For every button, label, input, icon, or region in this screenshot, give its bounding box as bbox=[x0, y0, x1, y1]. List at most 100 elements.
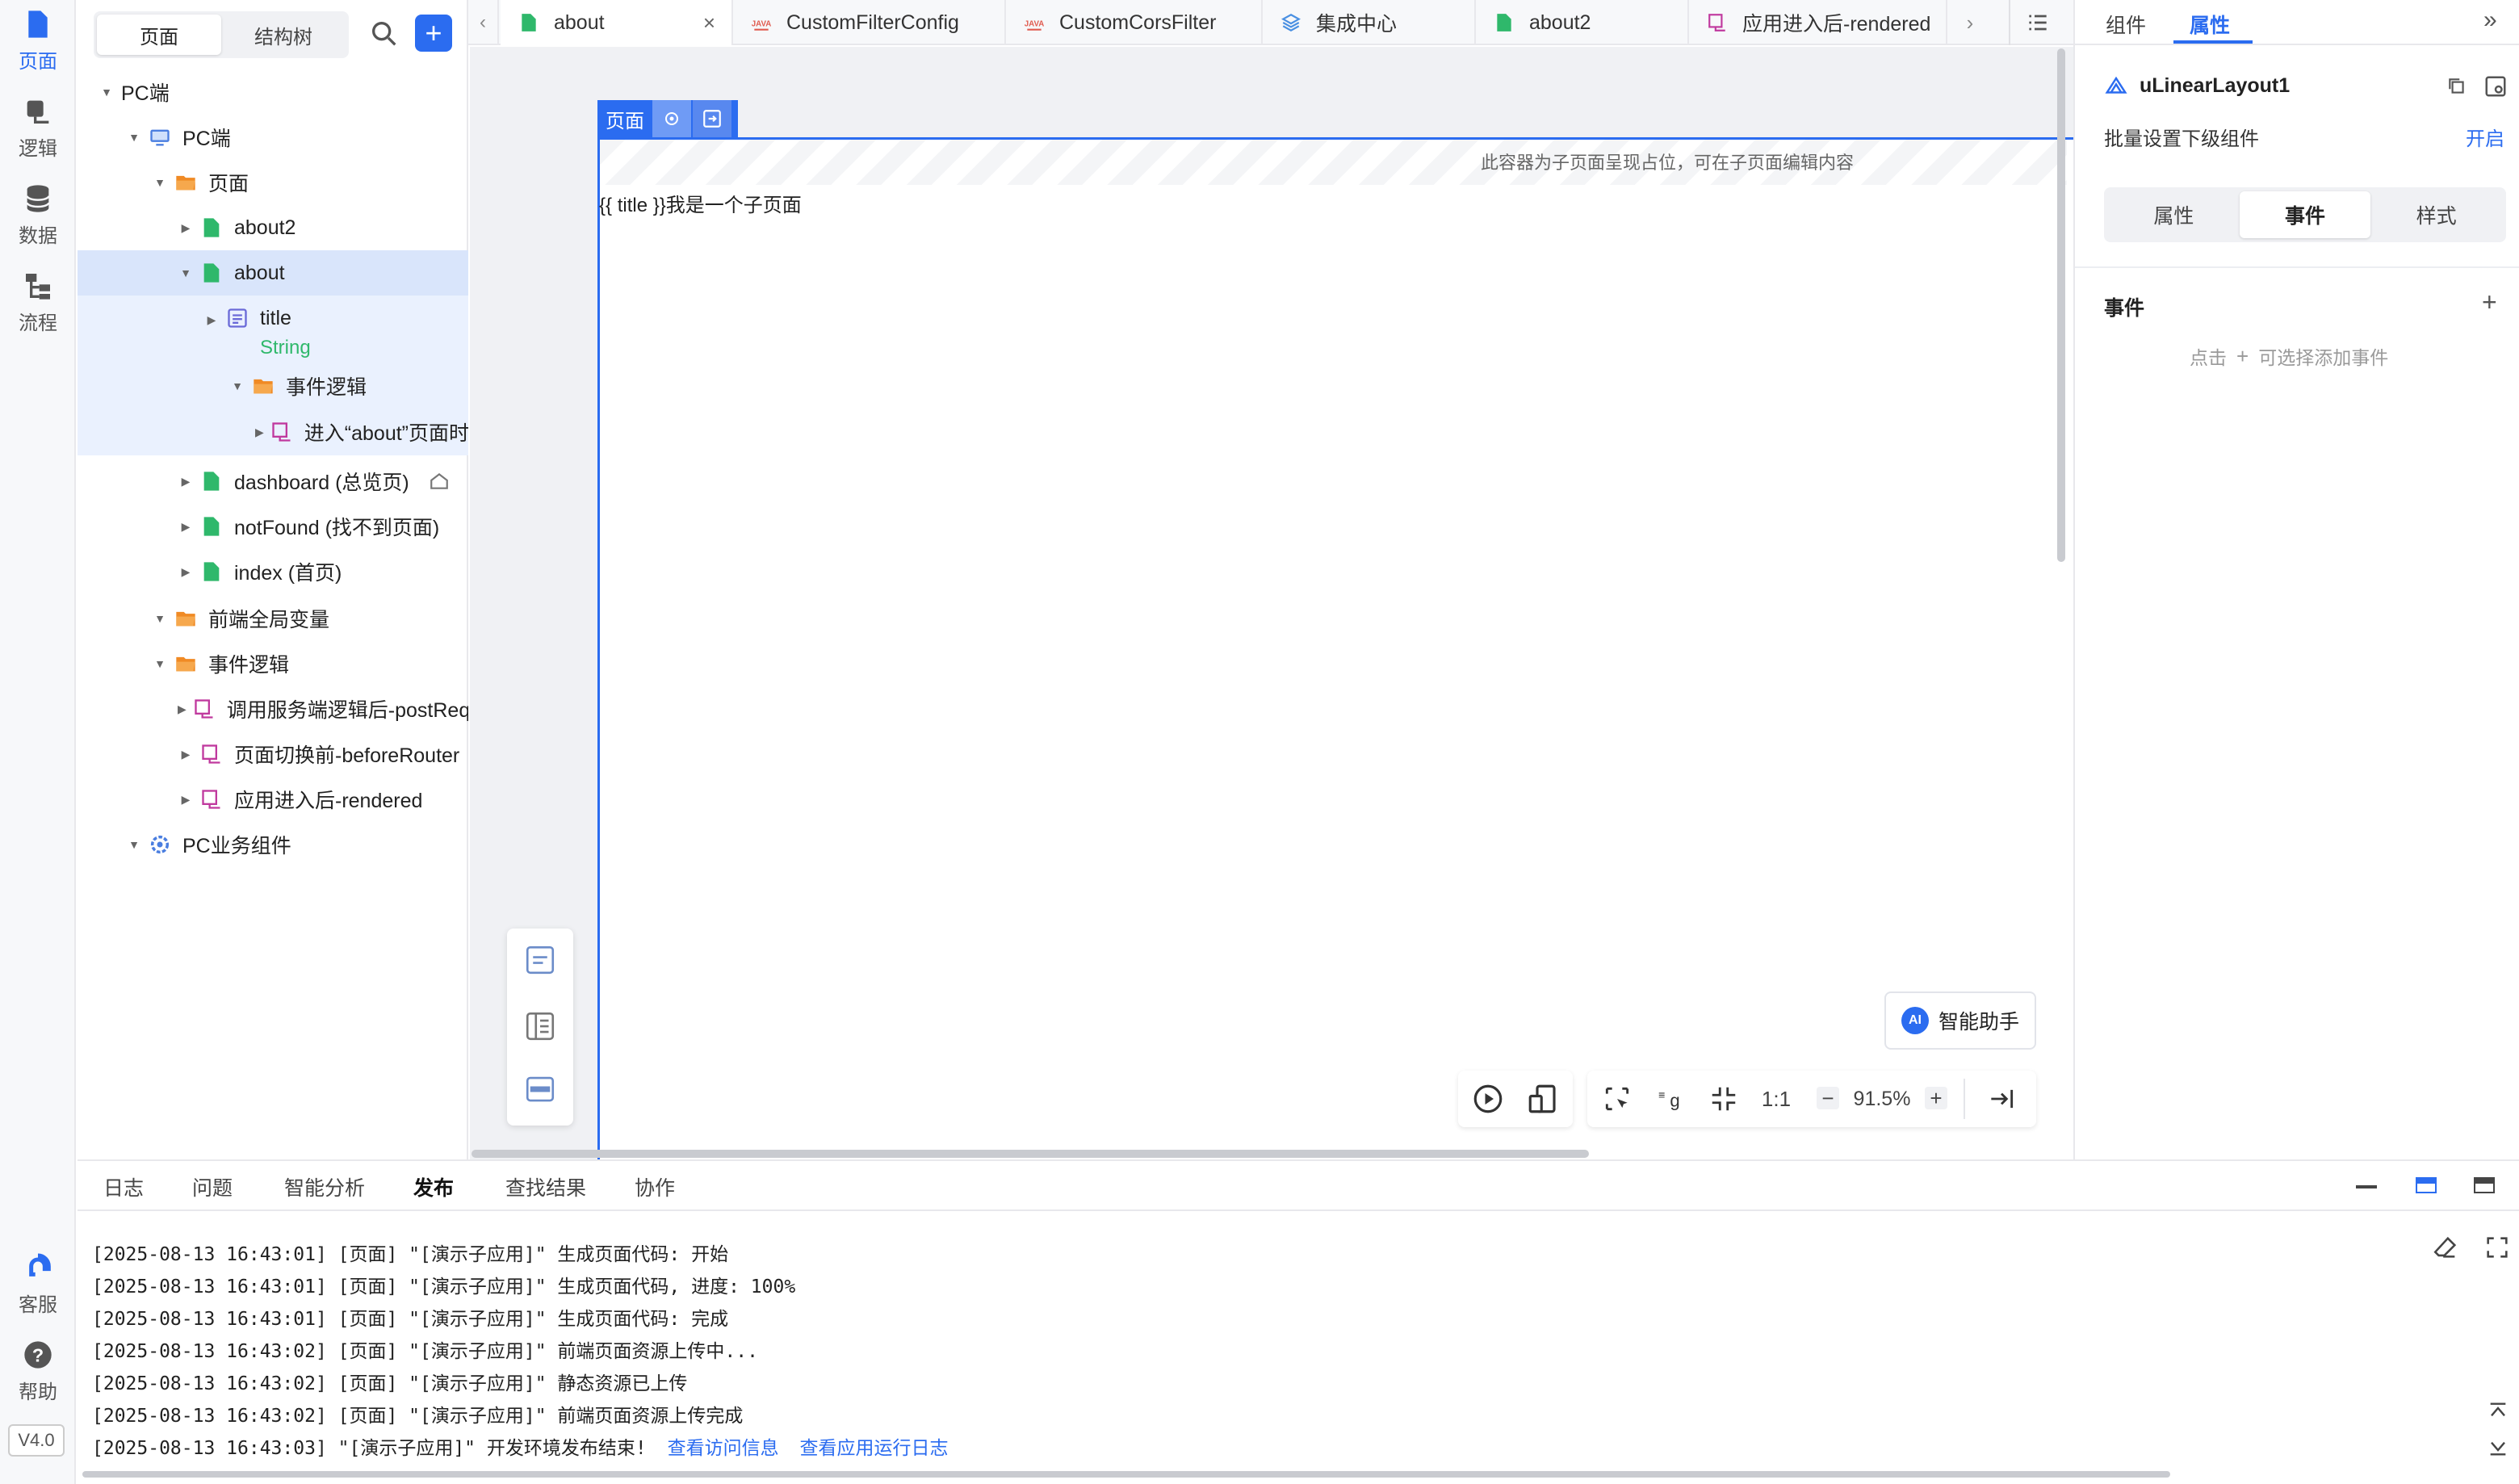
subtab-styles[interactable]: 样式 bbox=[2370, 191, 2502, 238]
tabs-scroll-left-button[interactable]: ‹ bbox=[468, 0, 499, 45]
batch-setting-toggle[interactable]: 开启 bbox=[2466, 123, 2504, 151]
caret-down-icon[interactable]: ▼ bbox=[152, 174, 168, 191]
subpage-container[interactable] bbox=[597, 137, 2083, 1161]
view-access-info-link[interactable]: 查看访问信息 bbox=[668, 1437, 779, 1458]
tab-collaboration[interactable]: 协作 bbox=[635, 1172, 675, 1201]
tree-node-selected[interactable]: ▼ about bbox=[78, 250, 468, 296]
tree-node[interactable]: ▶ 调用服务端逻辑后-postRequest bbox=[78, 686, 468, 732]
sidebar-item-support[interactable]: 客服 bbox=[0, 1243, 76, 1324]
caret-down-icon[interactable]: ▼ bbox=[229, 378, 245, 394]
half-panel-icon[interactable] bbox=[2416, 1177, 2437, 1193]
tree-node[interactable]: ▶ dashboard (总览页) bbox=[78, 459, 468, 504]
play-icon[interactable] bbox=[1471, 1082, 1505, 1116]
fullscreen-icon[interactable] bbox=[2483, 1234, 2511, 1261]
tree-node[interactable]: ▶ title String bbox=[78, 296, 468, 363]
tag-settings-button[interactable] bbox=[651, 100, 691, 137]
caret-right-icon[interactable]: ▶ bbox=[178, 746, 194, 762]
tag-jump-button[interactable] bbox=[691, 100, 731, 137]
tab-components[interactable]: 组件 bbox=[2106, 10, 2146, 39]
tree-node[interactable]: ▼ 事件逻辑 bbox=[78, 363, 468, 409]
tab-find-results[interactable]: 查找结果 bbox=[505, 1172, 586, 1201]
caret-down-icon[interactable]: ▼ bbox=[98, 84, 115, 100]
caret-right-icon[interactable]: ▶ bbox=[178, 791, 194, 807]
sidebar-item-help[interactable]: ? 帮助 bbox=[0, 1331, 76, 1411]
tabs-scroll-right-button[interactable]: › bbox=[1954, 0, 1986, 45]
caret-right-icon[interactable]: ▶ bbox=[178, 701, 187, 717]
caret-down-icon[interactable]: ▼ bbox=[152, 656, 168, 672]
caret-down-icon[interactable]: ▼ bbox=[126, 836, 142, 853]
eraser-icon[interactable] bbox=[2432, 1234, 2459, 1261]
tree-node[interactable]: ▼ PC业务组件 bbox=[78, 822, 468, 867]
caret-right-icon[interactable]: ▶ bbox=[178, 564, 194, 580]
tab-problems[interactable]: 问题 bbox=[192, 1172, 233, 1201]
layout-view-icon[interactable] bbox=[523, 1009, 557, 1043]
panel-view-icon[interactable] bbox=[523, 1072, 557, 1106]
caret-right-icon[interactable]: ▶ bbox=[255, 424, 264, 440]
events-empty-hint[interactable]: 点击 + 可选择添加事件 bbox=[2190, 342, 2388, 370]
i18n-icon[interactable]: ≡ g bbox=[1655, 1084, 1687, 1114]
tree-node[interactable]: ▶ 页面切换前-beforeRouter bbox=[78, 732, 468, 777]
tree-node[interactable]: ▼ PC端 bbox=[78, 115, 468, 160]
subtab-events[interactable]: 事件 bbox=[2239, 191, 2371, 238]
tab-customcorsfilter[interactable]: JAVA CustomCorsFilter bbox=[1006, 0, 1263, 45]
collapse-right-icon[interactable] bbox=[1986, 1084, 2017, 1114]
caret-down-icon[interactable]: ▼ bbox=[152, 610, 168, 627]
collapse-panel-icon[interactable]: » bbox=[2483, 6, 2497, 34]
close-icon[interactable]: × bbox=[703, 10, 715, 36]
view-runtime-log-link[interactable]: 查看应用运行日志 bbox=[799, 1437, 948, 1458]
caret-down-icon[interactable]: ▼ bbox=[178, 265, 194, 281]
tree-node[interactable]: ▼ 事件逻辑 bbox=[78, 641, 468, 686]
copy-icon[interactable] bbox=[2446, 76, 2467, 97]
sidebar-item-logic[interactable]: 逻辑 bbox=[0, 87, 76, 168]
zoom-in-button[interactable]: + bbox=[1925, 1086, 1947, 1110]
select-area-icon[interactable] bbox=[1602, 1084, 1633, 1114]
tab-about2[interactable]: about2 bbox=[1476, 0, 1689, 45]
search-icon[interactable] bbox=[368, 18, 400, 50]
sidebar-item-page[interactable]: 页面 bbox=[0, 0, 76, 81]
page-content-text[interactable]: {{ title }}我是一个子页面 bbox=[599, 189, 802, 217]
segment-structure-tree[interactable]: 结构树 bbox=[221, 15, 346, 55]
tab-properties[interactable]: 属性 bbox=[2190, 10, 2230, 39]
caret-down-icon[interactable]: ▼ bbox=[126, 129, 142, 145]
caret-right-icon[interactable]: ▶ bbox=[203, 312, 220, 328]
tree-node[interactable]: ▼ 页面 bbox=[78, 160, 468, 205]
zoom-out-button[interactable]: − bbox=[1817, 1086, 1839, 1110]
tree-node[interactable]: ▶ index (首页) bbox=[78, 549, 468, 594]
tab-list-icon[interactable] bbox=[2025, 10, 2051, 36]
tab-smart-analysis[interactable]: 智能分析 bbox=[284, 1172, 365, 1201]
tab-customfilterconfig[interactable]: JAVA CustomFilterConfig bbox=[733, 0, 1006, 45]
horizontal-scrollbar[interactable] bbox=[472, 1150, 1589, 1158]
tab-app-rendered[interactable]: 应用进入后-rendered bbox=[1689, 0, 1947, 45]
add-button[interactable]: + bbox=[415, 15, 452, 52]
tree-node[interactable]: ▶ 应用进入后-rendered bbox=[78, 777, 468, 822]
sidebar-item-data[interactable]: 数据 bbox=[0, 174, 76, 255]
tab-about[interactable]: about × bbox=[501, 0, 733, 45]
fit-screen-icon[interactable] bbox=[1708, 1084, 1739, 1114]
tab-integration-center[interactable]: 集成中心 bbox=[1263, 0, 1476, 45]
scroll-bottom-icon[interactable] bbox=[2485, 1434, 2511, 1460]
log-horizontal-scrollbar[interactable] bbox=[82, 1471, 2170, 1478]
caret-right-icon[interactable]: ▶ bbox=[178, 473, 194, 489]
outline-view-icon[interactable] bbox=[523, 943, 557, 977]
tree-node[interactable]: ▼ 前端全局变量 bbox=[78, 596, 468, 641]
caret-right-icon[interactable]: ▶ bbox=[178, 518, 194, 534]
scroll-top-icon[interactable] bbox=[2485, 1398, 2511, 1424]
subtab-properties[interactable]: 属性 bbox=[2108, 191, 2240, 238]
vertical-scrollbar[interactable] bbox=[2057, 48, 2065, 562]
add-event-icon[interactable]: + bbox=[2482, 287, 2497, 317]
zoom-reset-button[interactable]: 1:1 bbox=[1755, 1084, 1797, 1114]
tab-log[interactable]: 日志 bbox=[103, 1172, 144, 1201]
tree-node[interactable]: ▶ about2 bbox=[78, 205, 468, 250]
maximize-panel-icon[interactable] bbox=[2474, 1177, 2495, 1193]
caret-right-icon[interactable]: ▶ bbox=[178, 220, 194, 236]
segment-pages[interactable]: 页面 bbox=[97, 15, 221, 55]
tree-node[interactable]: ▼ PC端 bbox=[78, 69, 468, 115]
tab-publish[interactable]: 发布 bbox=[413, 1172, 454, 1201]
device-switch-icon[interactable] bbox=[1526, 1082, 1560, 1116]
sidebar-item-flow[interactable]: 流程 bbox=[0, 262, 76, 342]
tree-node[interactable]: ▶ notFound (找不到页面) bbox=[78, 504, 468, 549]
minimize-panel-icon[interactable] bbox=[2356, 1185, 2377, 1188]
tree-node[interactable]: ▶ 进入“about”页面时 - rendered bbox=[78, 409, 468, 455]
component-settings-icon[interactable] bbox=[2483, 74, 2508, 99]
ai-assistant-button[interactable]: AI 智能助手 bbox=[1884, 991, 2036, 1050]
